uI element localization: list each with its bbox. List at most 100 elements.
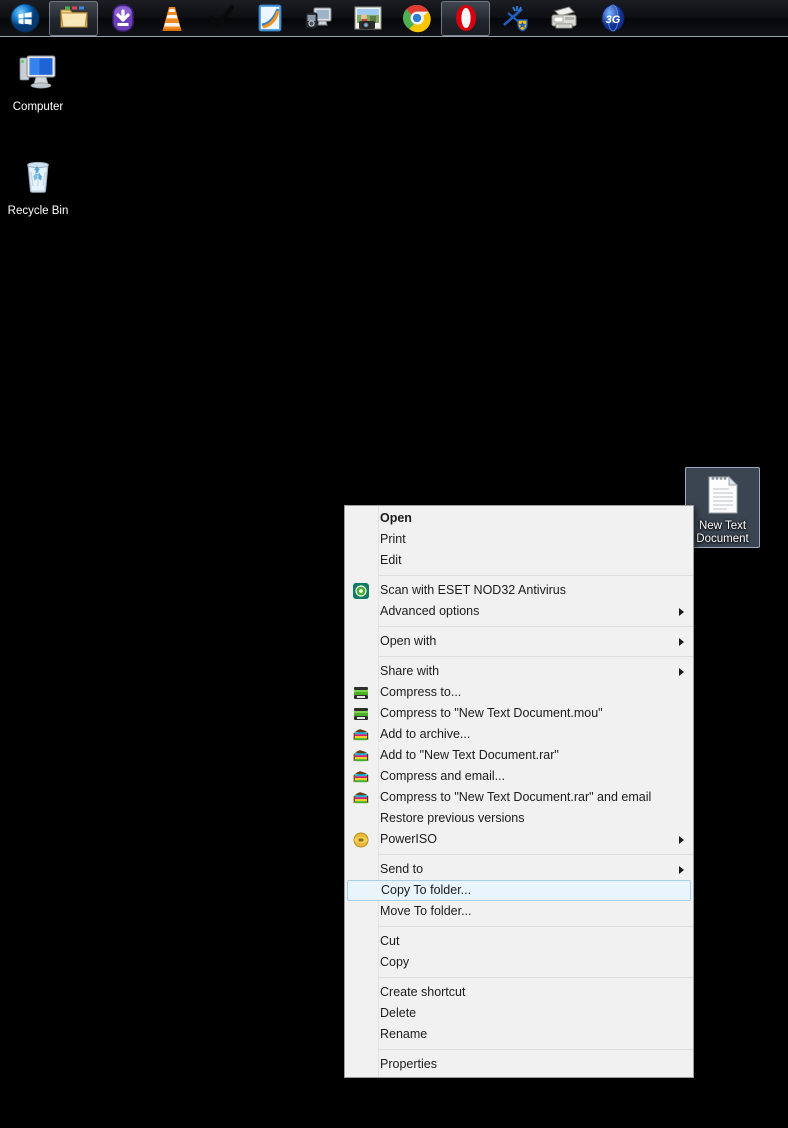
menu-item-label: Restore previous versions xyxy=(380,811,525,825)
menu-item-open[interactable]: Open xyxy=(345,508,693,529)
vlc-cone-icon xyxy=(157,3,187,33)
menu-item-label: Create shortcut xyxy=(380,985,466,999)
menu-separator xyxy=(379,575,693,576)
eset-icon xyxy=(353,582,369,599)
submenu-arrow-icon xyxy=(679,667,684,676)
security-tool-button[interactable] xyxy=(490,1,539,36)
menu-separator xyxy=(379,926,693,927)
windows-orb-icon xyxy=(10,3,40,33)
menu-item-cut[interactable]: Cut xyxy=(345,931,693,952)
mobile-3g-modem-button[interactable]: 3G xyxy=(588,1,637,36)
submenu-arrow-icon xyxy=(679,607,684,616)
sevenzip-icon xyxy=(354,707,368,720)
desktop-icon-new-text-document[interactable]: New Text Document xyxy=(685,467,760,548)
menu-item-compress-to[interactable]: Compress to... xyxy=(345,682,693,703)
menu-item-open-with[interactable]: Open with xyxy=(345,631,693,652)
menu-item-label: Compress to... xyxy=(380,685,462,699)
start-orb-button[interactable] xyxy=(0,1,49,36)
menu-separator xyxy=(379,626,693,627)
winrar-icon xyxy=(353,728,369,740)
context-menu[interactable]: Open Print Edit Scan with ESET NOD32 Antiv… xyxy=(344,505,694,1078)
menu-item-create-shortcut[interactable]: Create shortcut xyxy=(345,982,693,1003)
desktop-icon-label: Recycle Bin xyxy=(7,205,69,217)
monitor-camera-icon xyxy=(304,3,334,33)
menu-item-label: Print xyxy=(380,532,406,546)
menu-item-add-to-new-text-document-rar[interactable]: Add to "New Text Document.rar" xyxy=(345,745,693,766)
menu-item-restore-previous-versions[interactable]: Restore previous versions xyxy=(345,808,693,829)
desktop-icon-recycle-bin[interactable]: Recycle Bin xyxy=(0,152,76,218)
menu-item-send-to[interactable]: Send to xyxy=(345,859,693,880)
menu-item-poweriso[interactable]: PowerISO xyxy=(345,829,693,850)
menu-item-properties[interactable]: Properties xyxy=(345,1054,693,1075)
poweriso-icon xyxy=(353,832,369,847)
computer-icon xyxy=(0,48,76,96)
blue-document-icon xyxy=(255,3,285,33)
desktop-icon-label: Computer xyxy=(12,101,64,113)
checkmark-app-button[interactable] xyxy=(196,1,245,36)
submenu-arrow-icon xyxy=(679,865,684,874)
menu-item-label: Send to xyxy=(380,862,424,876)
remote-desktop-button[interactable] xyxy=(294,1,343,36)
menu-item-label: Edit xyxy=(380,553,402,567)
menu-item-copy-to-folder[interactable]: Copy To folder... xyxy=(347,880,691,901)
foxit-reader-button[interactable] xyxy=(245,1,294,36)
sevenzip-icon xyxy=(354,686,368,699)
download-arrow-icon xyxy=(108,3,138,33)
desktop-icon-label-line2: Document xyxy=(696,533,749,545)
desktop-icon-computer[interactable]: Computer xyxy=(0,48,76,114)
chrome-icon xyxy=(402,3,432,33)
menu-item-label: Share with xyxy=(380,664,440,678)
checkmark-icon xyxy=(206,3,236,33)
download-manager-button[interactable] xyxy=(98,1,147,36)
menu-item-label: Copy To folder... xyxy=(381,883,472,897)
menu-item-compress-and-email[interactable]: Compress and email... xyxy=(345,766,693,787)
menu-item-label: Move To folder... xyxy=(380,904,472,918)
menu-item-scan-with-eset-nod32-antivirus[interactable]: Scan with ESET NOD32 Antivirus xyxy=(345,580,693,601)
menu-item-label: Properties xyxy=(380,1057,437,1071)
menu-item-label: Open xyxy=(380,511,412,525)
google-chrome-button[interactable] xyxy=(392,1,441,36)
winrar-icon xyxy=(352,768,370,786)
winrar-icon xyxy=(353,770,369,782)
menu-item-label: Open with xyxy=(380,634,437,648)
photo-viewer-button[interactable] xyxy=(343,1,392,36)
menu-item-rename[interactable]: Rename xyxy=(345,1024,693,1045)
desktop-screen: 3G Computer Recycle Bin New Text Documen… xyxy=(0,0,788,1128)
winrar-icon xyxy=(353,749,369,761)
menu-item-add-to-archive[interactable]: Add to archive... xyxy=(345,724,693,745)
winrar-icon xyxy=(353,791,369,803)
windows-explorer-button[interactable] xyxy=(49,0,98,36)
winrar-icon xyxy=(352,747,370,765)
opera-icon xyxy=(451,3,481,33)
menu-separator xyxy=(379,854,693,855)
text-document-icon xyxy=(686,473,759,517)
menu-item-label: Compress to "New Text Document.mou" xyxy=(380,706,603,720)
menu-item-compress-to-new-text-document-rar-and-em[interactable]: Compress to "New Text Document.rar" and … xyxy=(345,787,693,808)
menu-item-compress-to-new-text-document-mou[interactable]: Compress to "New Text Document.mou" xyxy=(345,703,693,724)
menu-separator xyxy=(379,656,693,657)
opera-browser-button[interactable] xyxy=(441,0,490,36)
menu-separator xyxy=(379,977,693,978)
recycle-bin-icon xyxy=(0,152,76,200)
photo-camera-icon xyxy=(353,3,383,33)
menu-item-label: Add to "New Text Document.rar" xyxy=(380,748,559,762)
poweriso-icon xyxy=(352,831,370,849)
menu-item-share-with[interactable]: Share with xyxy=(345,661,693,682)
menu-item-advanced-options[interactable]: Advanced options xyxy=(345,601,693,622)
menu-item-move-to-folder[interactable]: Move To folder... xyxy=(345,901,693,922)
menu-item-label: Copy xyxy=(380,955,410,969)
submenu-arrow-icon xyxy=(679,637,684,646)
winrar-icon xyxy=(352,789,370,807)
scanner-button[interactable] xyxy=(539,1,588,36)
menu-item-edit[interactable]: Edit xyxy=(345,550,693,571)
vlc-media-player-button[interactable] xyxy=(147,1,196,36)
menu-item-copy[interactable]: Copy xyxy=(345,952,693,973)
3g-globe-icon: 3G xyxy=(598,3,628,33)
menu-item-print[interactable]: Print xyxy=(345,529,693,550)
menu-item-label: Compress to "New Text Document.rar" and … xyxy=(380,790,652,804)
sevenzip-icon xyxy=(352,684,370,702)
menu-item-delete[interactable]: Delete xyxy=(345,1003,693,1024)
menu-item-label: Delete xyxy=(380,1006,417,1020)
menu-item-label: Add to archive... xyxy=(380,727,471,741)
desktop-icon-label-line1: New Text xyxy=(698,520,747,532)
